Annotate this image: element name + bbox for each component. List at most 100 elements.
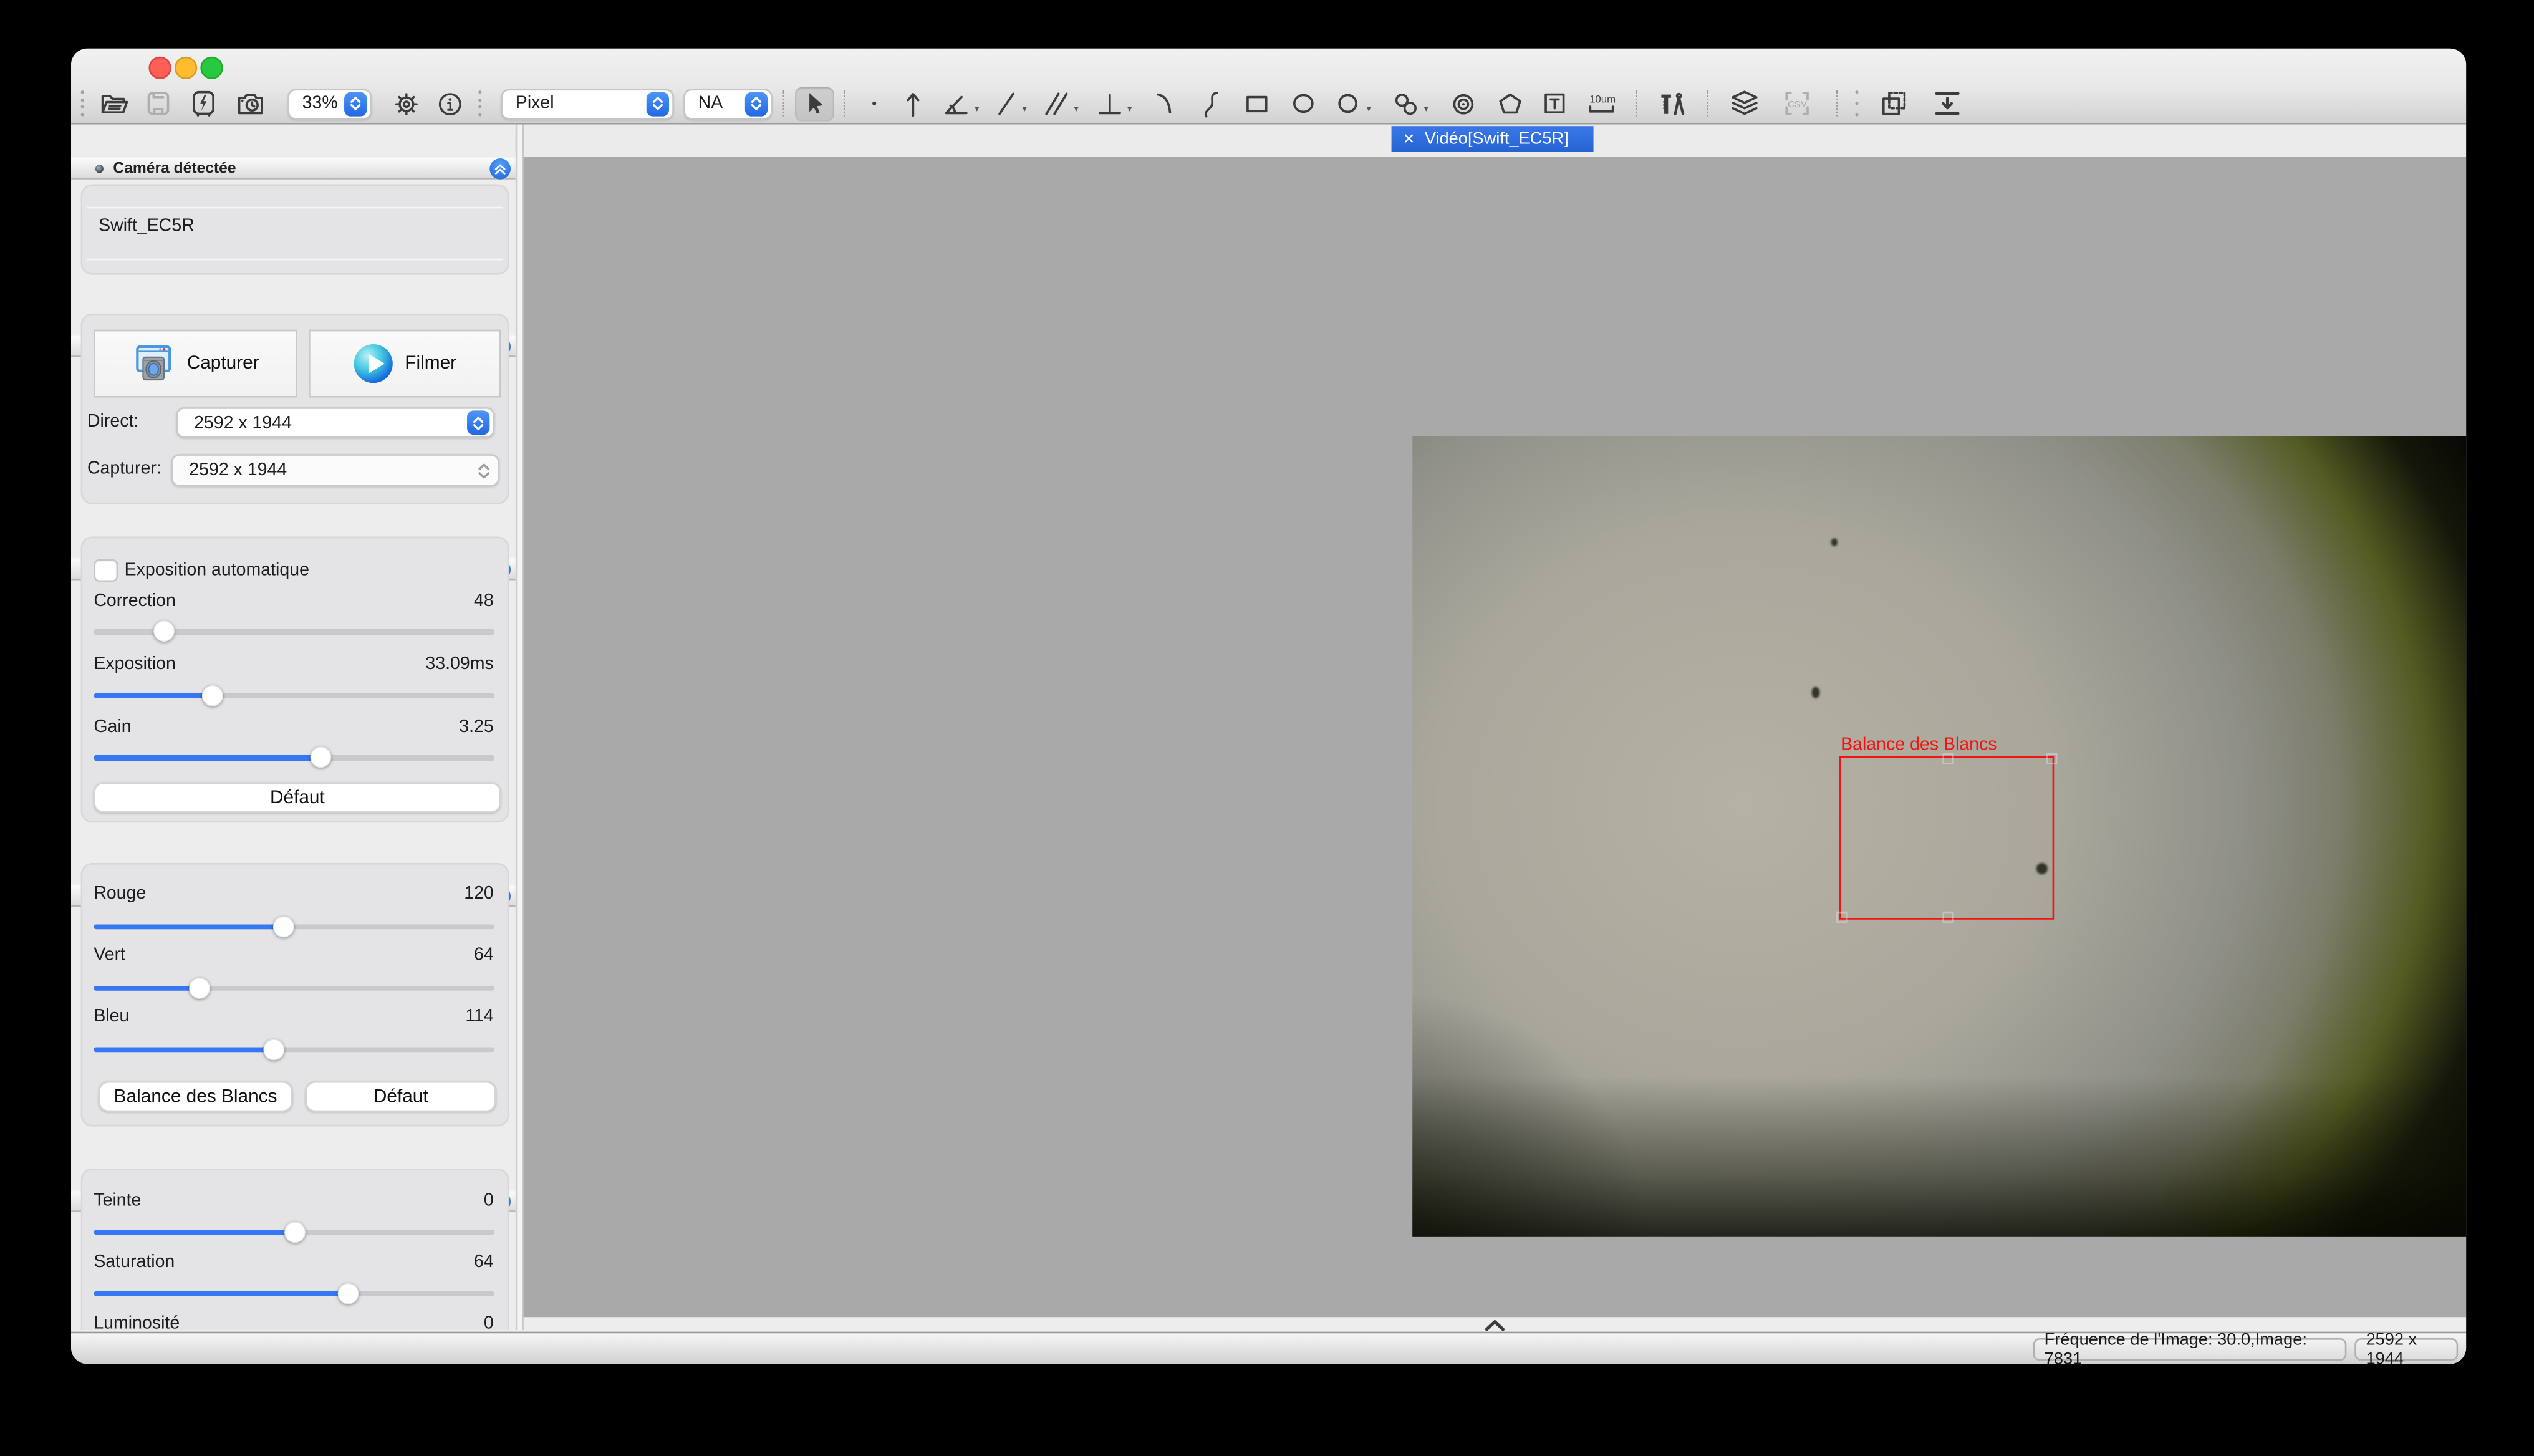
text-tool[interactable] xyxy=(1532,87,1578,120)
auto-exposure-label: Exposition automatique xyxy=(125,561,309,580)
slider-label: Saturation xyxy=(94,1253,175,1272)
app-window: 33% Pixel NA ▾ ▾ ▾ ▾ ▾ xyxy=(71,49,2466,1364)
slider-thumb[interactable] xyxy=(338,1283,359,1304)
rectangle-tool[interactable] xyxy=(1231,87,1280,120)
slider-value: 48 xyxy=(474,592,494,611)
parallel-lines-tool[interactable]: ▾ xyxy=(1034,87,1086,120)
scalebar-tool[interactable]: 10um xyxy=(1578,87,1626,120)
toolbar: 33% Pixel NA ▾ ▾ ▾ ▾ ▾ xyxy=(71,84,2466,125)
point-tool[interactable] xyxy=(857,87,892,120)
arrow-tool[interactable] xyxy=(892,87,934,120)
record-button-label: Filmer xyxy=(405,354,456,374)
collapse-section-icon[interactable] xyxy=(489,159,510,180)
slider-value: 0 xyxy=(484,1191,494,1210)
cursor-tool[interactable] xyxy=(795,87,834,120)
capture-button[interactable]: Capturer xyxy=(94,330,297,398)
slider-value: 64 xyxy=(474,1253,494,1272)
capture-button-label: Capturer xyxy=(187,354,259,374)
slider-thumb[interactable] xyxy=(284,1222,305,1243)
slider-value: 0 xyxy=(484,1314,494,1330)
capture-icon xyxy=(132,342,174,384)
exposure-default-button[interactable]: Défaut xyxy=(94,782,501,814)
linked-circles-tool[interactable]: ▾ xyxy=(1380,87,1438,120)
snap-resolution-select[interactable]: 2592 x 1944 xyxy=(171,455,499,487)
concentric-circles-tool[interactable] xyxy=(1438,87,1487,120)
roi-label: Balance des Blancs xyxy=(1841,735,1997,755)
csv-export-icon[interactable]: CSV xyxy=(1768,87,1826,120)
svg-text:10um: 10um xyxy=(1589,94,1616,105)
exposure-slider[interactable] xyxy=(94,685,494,706)
slider-thumb[interactable] xyxy=(274,917,295,938)
sidebar-splitter[interactable] xyxy=(515,125,524,1331)
slider-thumb[interactable] xyxy=(190,978,211,999)
angle-tool[interactable]: ▾ xyxy=(934,87,986,120)
section-title: Caméra détectée xyxy=(113,161,236,179)
roi-handle[interactable] xyxy=(1942,912,1953,923)
viewer-canvas: Balance des Blancs xyxy=(524,157,2466,1317)
green-slider[interactable] xyxy=(94,978,494,999)
zoom-window-button[interactable] xyxy=(200,57,223,79)
layers-icon[interactable] xyxy=(1720,87,1768,120)
svg-text:CSV: CSV xyxy=(1788,99,1807,110)
arc-tool[interactable] xyxy=(1141,87,1190,120)
duplicate-icon[interactable] xyxy=(1868,87,1920,120)
dust-speck xyxy=(1811,687,1819,698)
na-select[interactable]: NA xyxy=(683,89,773,119)
export-bottom-icon[interactable] xyxy=(1920,87,1975,120)
hue-slider[interactable] xyxy=(94,1222,494,1243)
red-slider[interactable] xyxy=(94,917,494,938)
section-header-camera[interactable]: Caméra détectée xyxy=(71,157,514,180)
live-resolution-label: Direct: xyxy=(87,412,138,431)
blue-slider[interactable] xyxy=(94,1039,494,1061)
line-tool[interactable]: ▾ xyxy=(986,87,1034,120)
bottom-panel-toggle[interactable] xyxy=(524,1317,2466,1331)
saturation-slider[interactable] xyxy=(94,1283,494,1304)
chevron-up-icon xyxy=(1483,1318,1506,1331)
circle-tool[interactable]: ▾ xyxy=(1325,87,1380,120)
stepper-icon xyxy=(472,458,494,483)
save-icon[interactable] xyxy=(136,87,181,120)
whitebalance-default-button[interactable]: Défaut xyxy=(306,1081,496,1113)
settings-gear-icon[interactable] xyxy=(385,87,426,120)
stepper-icon xyxy=(745,92,768,116)
record-button[interactable]: Filmer xyxy=(309,330,501,398)
slider-label: Vert xyxy=(94,945,125,965)
correction-slider[interactable] xyxy=(94,622,494,643)
ellipse-tool[interactable] xyxy=(1280,87,1326,120)
gain-slider[interactable] xyxy=(94,748,494,769)
info-icon[interactable] xyxy=(426,87,472,120)
slider-thumb[interactable] xyxy=(310,748,331,769)
slider-value: 120 xyxy=(464,884,494,904)
auto-exposure-checkbox[interactable] xyxy=(94,559,117,583)
roi-handle[interactable] xyxy=(2046,753,2057,764)
na-value: NA xyxy=(698,94,723,113)
white-balance-button[interactable]: Balance des Blancs xyxy=(99,1081,292,1113)
frame-info-text: Fréquence de l'Image: 30.0,Image: 7831 xyxy=(2045,1329,2336,1363)
camera-name[interactable]: Swift_EC5R xyxy=(99,216,195,236)
tab-video[interactable]: ✕ Vidéo[Swift_EC5R] xyxy=(1392,126,1594,152)
minimize-window-button[interactable] xyxy=(175,57,197,79)
camera-flash-icon[interactable] xyxy=(181,87,226,120)
close-window-button[interactable] xyxy=(148,57,171,79)
curve-tool[interactable] xyxy=(1190,87,1231,120)
slider-thumb[interactable] xyxy=(153,622,175,643)
perpendicular-tool[interactable]: ▾ xyxy=(1086,87,1141,120)
slider-thumb[interactable] xyxy=(201,685,223,706)
measure-calipers-icon[interactable] xyxy=(1649,87,1697,120)
open-folder-icon[interactable] xyxy=(94,87,135,120)
tab-label: Vidéo[Swift_EC5R] xyxy=(1425,130,1569,149)
record-play-icon xyxy=(353,344,392,383)
polygon-tool[interactable] xyxy=(1486,87,1532,120)
live-resolution-select[interactable]: 2592 x 1944 xyxy=(176,407,495,439)
status-bar: Fréquence de l'Image: 30.0,Image: 7831 2… xyxy=(71,1331,2466,1363)
slider-thumb[interactable] xyxy=(264,1039,285,1061)
roi-handle[interactable] xyxy=(1836,912,1847,923)
roi-handle[interactable] xyxy=(1942,753,1953,764)
slider-label: Correction xyxy=(94,592,176,611)
camera-timer-icon[interactable] xyxy=(226,87,275,120)
zoom-select[interactable]: 33% xyxy=(287,89,372,119)
unit-select[interactable]: Pixel xyxy=(501,89,673,119)
white-balance-roi[interactable] xyxy=(1839,756,2055,920)
tab-close-icon[interactable]: ✕ xyxy=(1403,130,1415,148)
live-video-frame: Balance des Blancs xyxy=(1412,436,2466,1237)
